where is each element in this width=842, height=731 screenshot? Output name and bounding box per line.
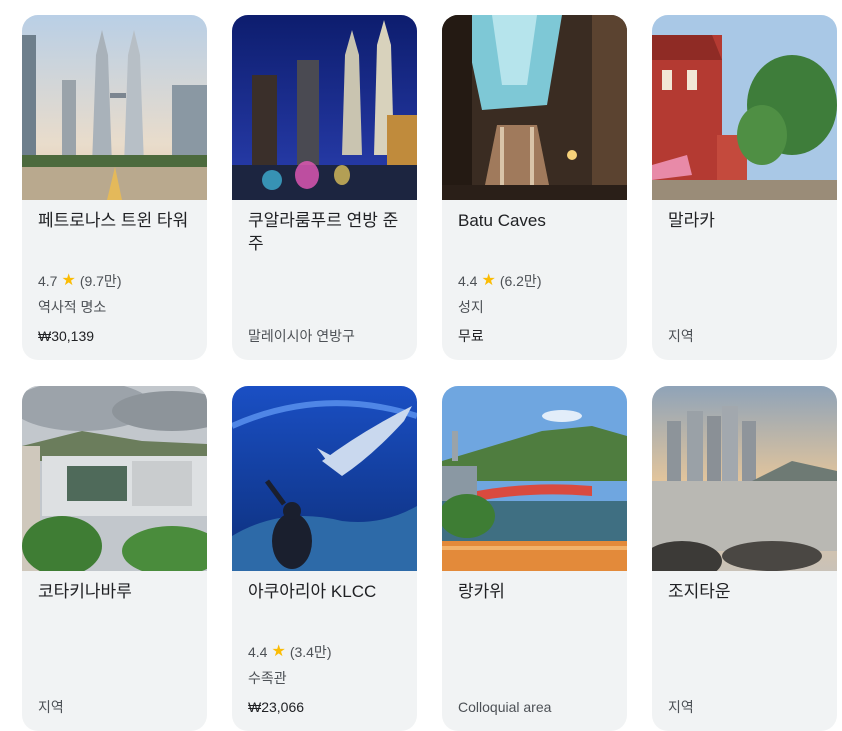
card-meta: 4.4 ★ (3.4만) 수족관 — [248, 642, 408, 688]
photo-batu-caves — [442, 15, 627, 200]
attraction-card-kuala-lumpur[interactable]: 쿠알라룸푸르 연방 준주 말레이시아 연방구 — [232, 15, 417, 360]
card-type: 지역 — [38, 699, 64, 715]
attraction-card-kota-kinabalu[interactable]: 코타키나바루 지역 — [22, 386, 207, 731]
rating-value: 4.4 — [458, 273, 478, 289]
card-title: 랑카위 — [458, 582, 505, 601]
attraction-card-george-town[interactable]: 조지타운 지역 — [652, 386, 837, 731]
card-type: 말레이시아 연방구 — [248, 328, 355, 344]
rating-row: 4.4 ★ (3.4만) — [248, 642, 408, 662]
photo-george-town — [652, 386, 837, 571]
card-category: 수족관 — [248, 670, 287, 686]
card-title: 조지타운 — [668, 582, 731, 601]
rating-value: 4.7 — [38, 273, 58, 289]
card-title: 코타키나바루 — [38, 582, 132, 601]
rating-value: 4.4 — [248, 644, 268, 660]
card-price: ₩23,066 — [248, 699, 305, 715]
review-count: (6.2만) — [499, 273, 542, 289]
card-title: 페트로나스 트윈 타워 — [38, 211, 189, 230]
card-type: 지역 — [668, 328, 694, 344]
rating-row: 4.4 ★ (6.2만) — [458, 271, 618, 291]
card-title: Batu Caves — [458, 211, 546, 230]
card-price: 무료 — [458, 328, 484, 344]
card-title: 말라카 — [668, 211, 715, 230]
attraction-card-malacca[interactable]: 말라카 지역 — [652, 15, 837, 360]
card-meta: 4.4 ★ (6.2만) 성지 — [458, 271, 618, 317]
star-icon: ★ — [481, 272, 496, 289]
card-type: Colloquial area — [458, 699, 552, 715]
card-title: 쿠알라룸푸르 연방 준주 — [248, 211, 399, 253]
star-icon: ★ — [61, 272, 76, 289]
photo-petronas — [22, 15, 207, 200]
card-price: ₩30,139 — [38, 328, 95, 344]
review-count: (9.7만) — [79, 273, 122, 289]
star-icon: ★ — [271, 643, 286, 660]
attraction-card-langkawi[interactable]: 랑카위 Colloquial area — [442, 386, 627, 731]
photo-kuala-lumpur — [232, 15, 417, 200]
card-category: 역사적 명소 — [38, 299, 107, 315]
card-title: 아쿠아리아 KLCC — [248, 582, 377, 601]
card-type: 지역 — [668, 699, 694, 715]
rating-row: 4.7 ★ (9.7만) — [38, 271, 198, 291]
photo-aquaria-klcc — [232, 386, 417, 571]
review-count: (3.4만) — [289, 644, 332, 660]
card-category: 성지 — [458, 299, 484, 315]
photo-langkawi — [442, 386, 627, 571]
photo-malacca — [652, 15, 837, 200]
card-meta: 4.7 ★ (9.7만) 역사적 명소 — [38, 271, 198, 317]
attraction-card-batu-caves[interactable]: Batu Caves 4.4 ★ (6.2만) 성지 무료 — [442, 15, 627, 360]
attractions-grid: 페트로나스 트윈 타워 4.7 ★ (9.7만) 역사적 명소 ₩30,139 — [22, 15, 837, 731]
attraction-card-aquaria-klcc[interactable]: 아쿠아리아 KLCC 4.4 ★ (3.4만) 수족관 ₩23,066 — [232, 386, 417, 731]
attraction-card-petronas[interactable]: 페트로나스 트윈 타워 4.7 ★ (9.7만) 역사적 명소 ₩30,139 — [22, 15, 207, 360]
photo-kota-kinabalu — [22, 386, 207, 571]
